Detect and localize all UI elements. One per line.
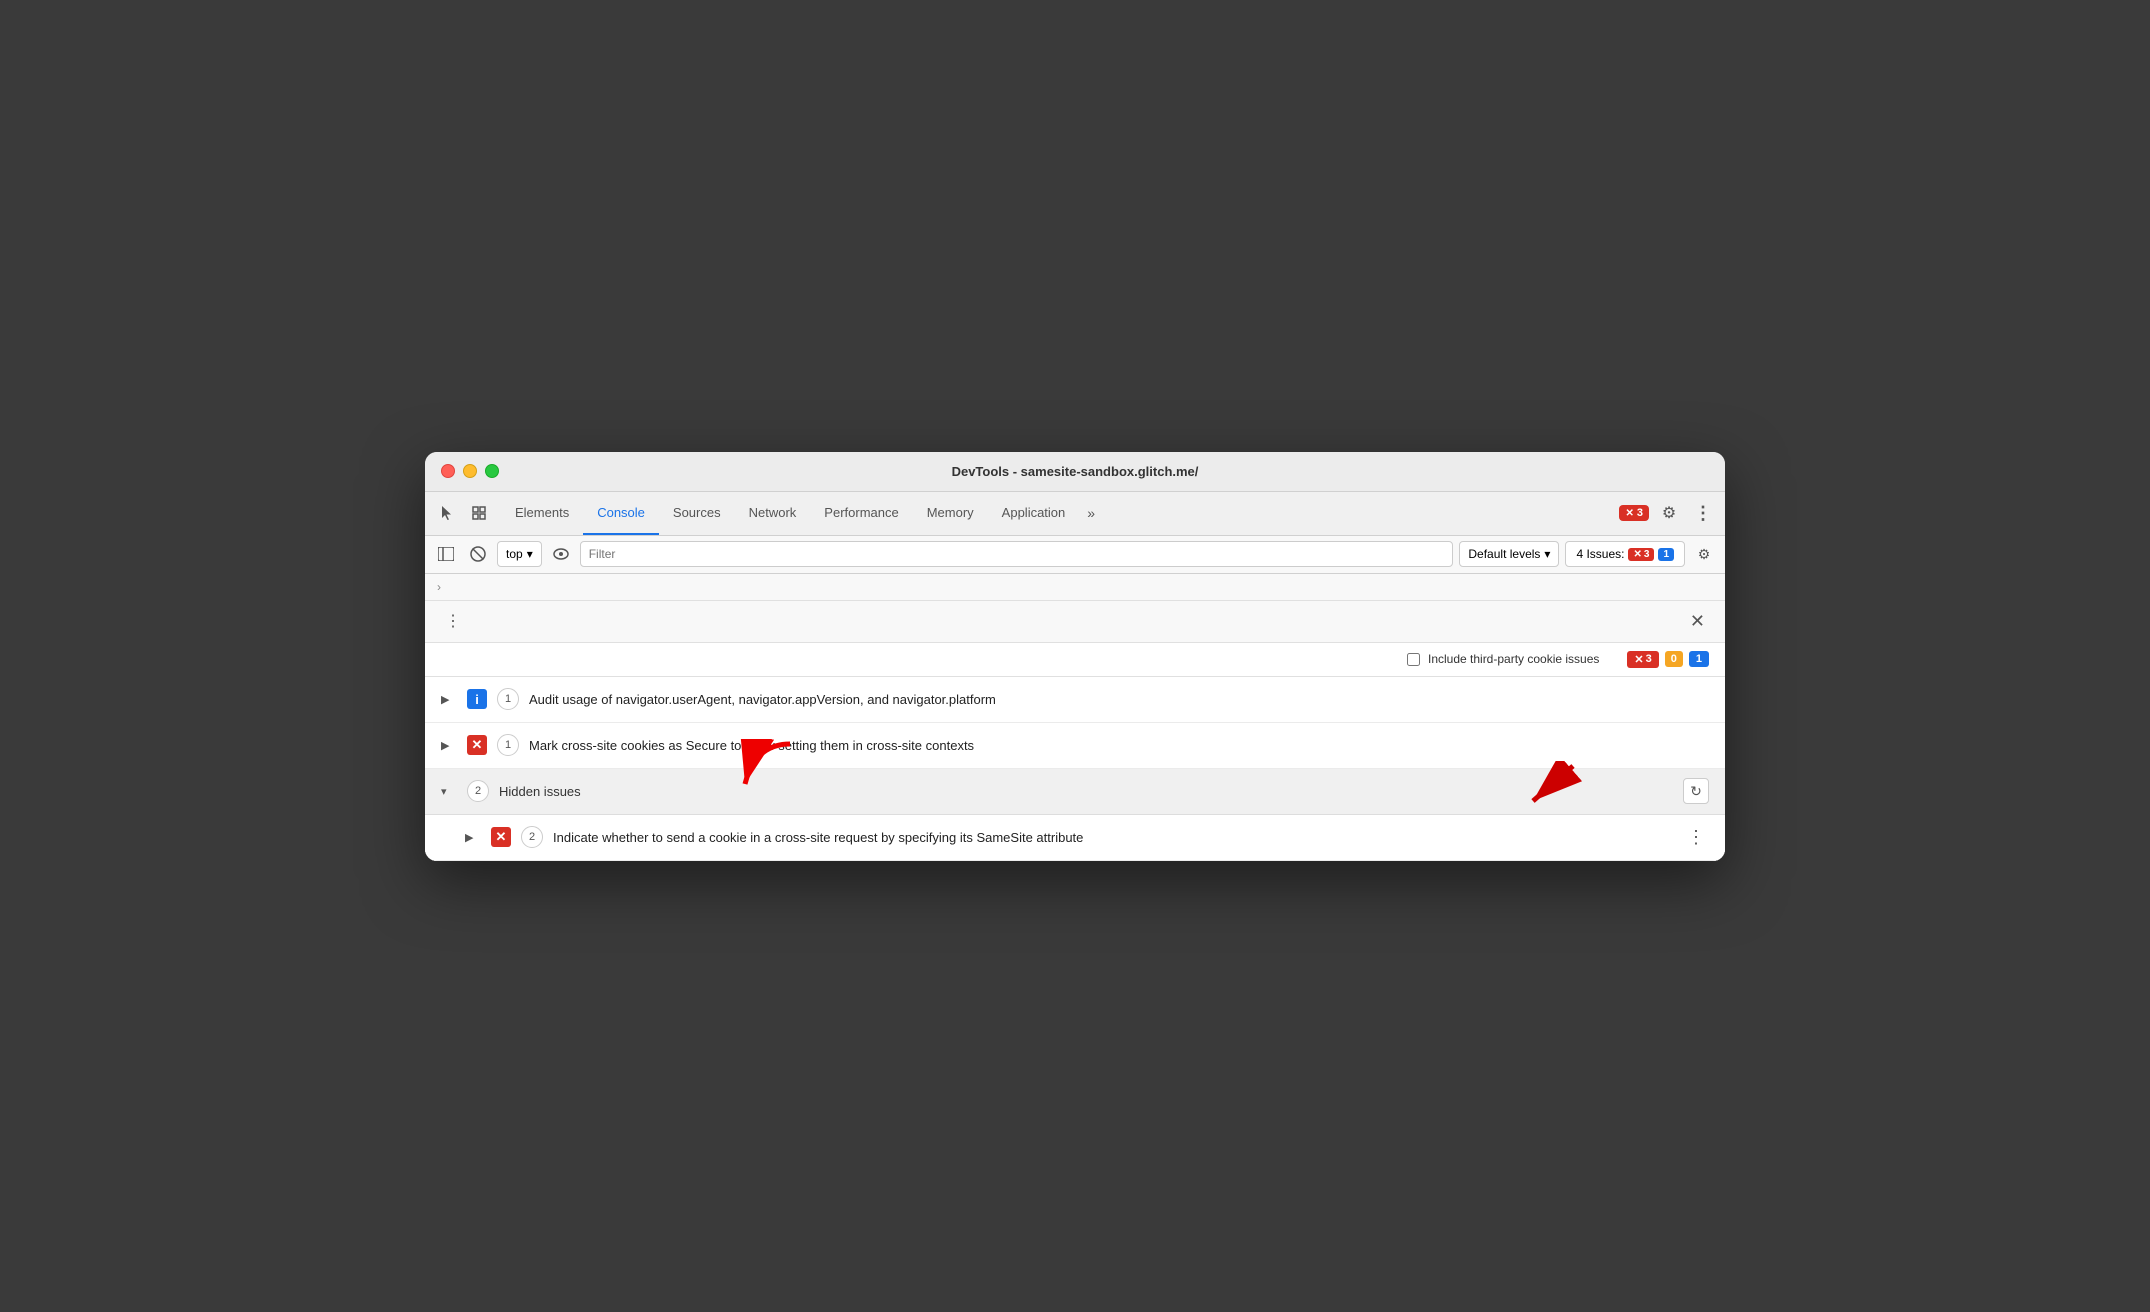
issue-row-1[interactable]: ▶ i 1 Audit usage of navigator.userAgent… bbox=[425, 677, 1725, 723]
expand-arrow-1: ▶ bbox=[441, 693, 457, 706]
tab-bar-right: ✕ 3 ⚙ ⋮ bbox=[1619, 499, 1717, 527]
tab-bar: Elements Console Sources Network Perform… bbox=[425, 492, 1725, 536]
sub-issue-more-btn[interactable]: ⋮ bbox=[1683, 823, 1709, 852]
issue-count-1: 1 bbox=[497, 688, 519, 710]
title-bar: DevTools - samesite-sandbox.glitch.me/ bbox=[425, 452, 1725, 492]
block-icon bbox=[470, 546, 486, 562]
x-icon: ✕ bbox=[1625, 508, 1633, 519]
hidden-sub-row-1[interactable]: ▶ ✕ 2 Indicate whether to send a cookie … bbox=[425, 815, 1725, 861]
hidden-issues-row[interactable]: ▾ 2 Hidden issues bbox=[425, 769, 1725, 815]
settings-btn[interactable]: ⚙ bbox=[1655, 499, 1683, 527]
filter-input[interactable] bbox=[580, 541, 1454, 567]
issue-icon-2: ✕ bbox=[467, 735, 487, 755]
tab-memory[interactable]: Memory bbox=[913, 492, 988, 535]
issue-text-2: Mark cross-site cookies as Secure to all… bbox=[529, 738, 1709, 753]
issues-info-badge: 1 bbox=[1658, 548, 1674, 561]
include-checkbox[interactable] bbox=[1407, 653, 1420, 666]
count-badges: ✕ 3 0 1 bbox=[1627, 651, 1709, 668]
maximize-traffic-light[interactable] bbox=[485, 464, 499, 478]
devtools-window: DevTools - samesite-sandbox.glitch.me/ E bbox=[425, 452, 1725, 861]
error-count-badge[interactable]: ✕ 3 bbox=[1619, 505, 1649, 521]
include-third-party-label: Include third-party cookie issues bbox=[1391, 652, 1615, 666]
toolbar: top ▾ Default levels ▾ 4 Issues: ✕ 3 1 bbox=[425, 536, 1725, 574]
sidebar-icon bbox=[438, 547, 454, 561]
tab-console[interactable]: Console bbox=[583, 492, 659, 535]
layers-icon bbox=[471, 505, 487, 521]
issue-icon-1: i bbox=[467, 689, 487, 709]
hidden-sub-count: 2 bbox=[521, 826, 543, 848]
content-area: › ⋮ ✕ Include third-party cookie issues … bbox=[425, 574, 1725, 861]
tab-sources[interactable]: Sources bbox=[659, 492, 735, 535]
count-info-badge: 1 bbox=[1689, 651, 1709, 667]
more-options-btn[interactable]: ⋮ bbox=[1689, 499, 1717, 527]
toggle-sidebar-btn[interactable] bbox=[433, 541, 459, 567]
issues-badge[interactable]: 4 Issues: ✕ 3 1 bbox=[1565, 541, 1685, 567]
issues-list: ▶ i 1 Audit usage of navigator.userAgent… bbox=[425, 677, 1725, 861]
block-btn[interactable] bbox=[465, 541, 491, 567]
eye-icon bbox=[553, 548, 569, 560]
tabs-container: Elements Console Sources Network Perform… bbox=[501, 492, 1611, 535]
tab-application[interactable]: Application bbox=[988, 492, 1080, 535]
tab-network[interactable]: Network bbox=[735, 492, 811, 535]
issues-panel-header: ⋮ ✕ bbox=[425, 601, 1725, 643]
layers-icon-btn[interactable] bbox=[465, 499, 493, 527]
expand-arrow-sub-1: ▶ bbox=[465, 831, 481, 844]
eye-btn[interactable] bbox=[548, 541, 574, 567]
tab-bar-left-icons bbox=[433, 499, 493, 527]
include-row: Include third-party cookie issues ✕ 3 0 … bbox=[425, 643, 1725, 677]
expand-arrow-2: ▶ bbox=[441, 739, 457, 752]
issue-count-2: 1 bbox=[497, 734, 519, 756]
breadcrumb-row: › bbox=[425, 574, 1725, 601]
context-selector[interactable]: top ▾ bbox=[497, 541, 542, 567]
traffic-lights bbox=[441, 464, 499, 478]
more-tabs-btn[interactable]: » bbox=[1079, 492, 1103, 535]
close-traffic-light[interactable] bbox=[441, 464, 455, 478]
hidden-count-bubble: 2 bbox=[467, 780, 489, 802]
hidden-sub-icon: ✕ bbox=[491, 827, 511, 847]
issues-settings-btn[interactable]: ⚙ bbox=[1691, 541, 1717, 567]
tab-elements[interactable]: Elements bbox=[501, 492, 583, 535]
refresh-btn[interactable]: ↻ bbox=[1683, 778, 1709, 804]
issues-error-badge: ✕ 3 bbox=[1628, 548, 1654, 561]
levels-selector[interactable]: Default levels ▾ bbox=[1459, 541, 1559, 567]
breadcrumb-arrow: › bbox=[437, 580, 441, 594]
tab-performance[interactable]: Performance bbox=[810, 492, 912, 535]
panel-close-btn[interactable]: ✕ bbox=[1686, 607, 1709, 636]
count-error-badge: ✕ 3 bbox=[1627, 651, 1658, 668]
cursor-icon bbox=[439, 505, 455, 521]
hidden-sub-text: Indicate whether to send a cookie in a c… bbox=[553, 830, 1673, 845]
cursor-icon-btn[interactable] bbox=[433, 499, 461, 527]
count-warning-badge: 0 bbox=[1665, 651, 1683, 667]
minimize-traffic-light[interactable] bbox=[463, 464, 477, 478]
panel-more-dots[interactable]: ⋮ bbox=[441, 607, 465, 635]
issue-text-1: Audit usage of navigator.userAgent, navi… bbox=[529, 692, 1709, 707]
hidden-issues-label: Hidden issues bbox=[499, 784, 1663, 799]
window-title: DevTools - samesite-sandbox.glitch.me/ bbox=[952, 464, 1199, 479]
expand-arrow-hidden: ▾ bbox=[441, 785, 457, 798]
issue-row-2[interactable]: ▶ ✕ 1 Mark cross-site cookies as Secure … bbox=[425, 723, 1725, 769]
